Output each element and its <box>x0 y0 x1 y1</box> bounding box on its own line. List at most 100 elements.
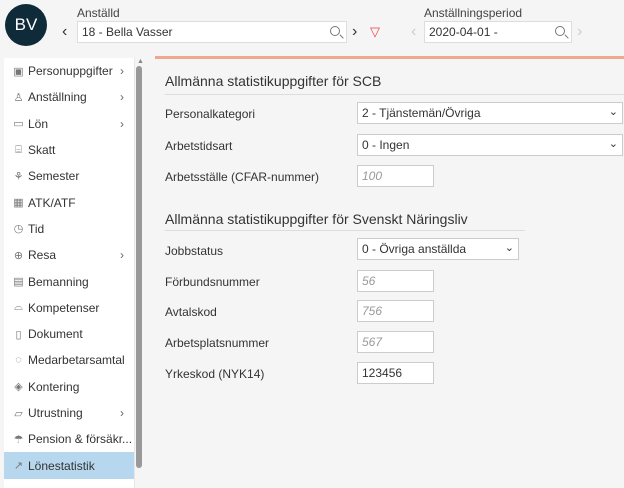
sidebar-item-label: ATK/ATF <box>28 195 76 210</box>
arbetstidsart-value: 0 - Ingen <box>362 138 410 152</box>
next-employee-button[interactable]: › <box>352 23 357 41</box>
sidebar-item-label: Lönestatistik <box>28 458 95 473</box>
arbetsplats-label: Arbetsplatsnummer <box>165 336 270 350</box>
chevron-down-icon: ⌄ <box>504 242 514 254</box>
sidebar-item-label: Dokument <box>28 327 83 342</box>
sidebar-item-label: Kontering <box>28 379 80 394</box>
chart-icon: ↗ <box>13 460 24 473</box>
chevron-down-icon: ⌄ <box>608 138 618 150</box>
sidebar-item-utrustning[interactable]: ▱ Utrustning › <box>4 400 134 426</box>
scb-section-title: Allmänna statistikuppgifter för SCB <box>165 73 382 89</box>
sidebar-item-label: Utrustning <box>28 406 83 420</box>
sidebar-item-label: Bemanning <box>28 274 89 289</box>
sidebar-item-tid[interactable]: ◷ Tid <box>4 216 134 242</box>
arbetstidsart-select[interactable]: 0 - Ingen ⌄ <box>357 134 623 156</box>
sidebar-item-kompetenser[interactable]: ⌓ Kompetenser <box>4 295 134 321</box>
forbund-placeholder: 56 <box>362 274 376 288</box>
person-icon: ♙ <box>13 91 24 104</box>
chevron-right-icon: › <box>120 64 124 79</box>
period-label: Anställningsperiod <box>424 6 523 20</box>
scroll-up-icon[interactable]: ▲ <box>137 58 144 65</box>
jobbstatus-label: Jobbstatus <box>165 244 224 258</box>
sidebar-item-resa[interactable]: ⊕ Resa › <box>4 242 134 268</box>
money-icon: ▭ <box>13 118 24 131</box>
globe-icon: ⊕ <box>13 249 24 262</box>
sidebar-item-bemanning[interactable]: ▤ Bemanning <box>4 268 134 294</box>
sidebar-item-kontering[interactable]: ◈ Kontering <box>4 374 134 400</box>
sidebar-item-label: Pension & försäkr... <box>28 432 133 447</box>
jobbstatus-value: 0 - Övriga anställda <box>362 242 467 256</box>
period-search-field[interactable]: 2020-04-01 - <box>424 21 572 43</box>
employee-label: Anställd <box>77 6 120 20</box>
filter-icon[interactable]: ▽ <box>370 24 380 40</box>
schedule-icon: ▤ <box>13 276 24 289</box>
sidebar-item-label: Semester <box>28 169 80 184</box>
forbund-label: Förbundsnummer <box>165 275 260 289</box>
sidebar-item-personuppgifter[interactable]: ▣ Personuppgifter › <box>4 58 134 84</box>
prev-employee-button[interactable]: ‹ <box>62 23 67 41</box>
employee-search-field[interactable]: 18 - Bella Vasser <box>77 21 347 43</box>
chevron-right-icon: › <box>120 90 124 105</box>
arbetsplats-input[interactable]: 567 <box>357 331 434 353</box>
sidebar-item-label: Tid <box>28 221 45 236</box>
sidebar-item-label: Anställning <box>28 90 87 105</box>
avtal-placeholder: 756 <box>362 304 383 318</box>
sidebar-item-semester[interactable]: ⚘ Semester <box>4 163 134 189</box>
divider <box>165 94 624 95</box>
sidebar-item-pension-försäkr[interactable]: ☂ Pension & försäkr... <box>4 426 134 452</box>
chevron-right-icon: › <box>120 248 124 263</box>
id-card-icon: ▣ <box>13 65 24 78</box>
yrkeskod-value: 123456 <box>362 366 403 380</box>
arbetstidsart-label: Arbetstidsart <box>165 139 233 153</box>
arbetsstalle-placeholder: 100 <box>362 169 383 183</box>
sidebar-item-medarbetarsamtal[interactable]: ◌ Medarbetarsamtal <box>4 347 134 373</box>
sidebar-item-lön[interactable]: ▭ Lön › <box>4 111 134 137</box>
personalkategori-label: Personalkategori <box>165 107 256 121</box>
accent-bar <box>155 56 624 59</box>
tag-icon: ◈ <box>14 381 23 394</box>
sidebar-item-label: Medarbetarsamtal <box>28 353 125 368</box>
arbetsstalle-input[interactable]: 100 <box>357 165 434 187</box>
yrkeskod-input[interactable]: 123456 <box>357 362 434 384</box>
jobbstatus-select[interactable]: 0 - Övriga anställda ⌄ <box>357 238 519 260</box>
chevron-down-icon: ⌄ <box>608 106 618 118</box>
chat-icon: ◌ <box>15 354 22 367</box>
graduation-icon: ⌓ <box>14 301 23 314</box>
sidebar-item-anställning[interactable]: ♙ Anställning › <box>4 84 134 110</box>
sidebar-nav: ▣ Personuppgifter › ♙ Anställning › ▭ Lön › ⌸ Skat… <box>4 58 135 488</box>
search-icon[interactable] <box>330 26 340 36</box>
sidebar-item-dokument[interactable]: ▯ Dokument <box>4 321 134 347</box>
next-period-button[interactable]: › <box>577 23 582 41</box>
sidebar-item-atk-atf[interactable]: ▦ ATK/ATF <box>4 189 134 215</box>
sidebar-item-label: Skatt <box>28 143 56 158</box>
period-value: 2020-04-01 - <box>429 25 498 39</box>
personalkategori-value: 2 - Tjänstemän/Övriga <box>362 106 481 120</box>
sidebar-item-lönestatistik[interactable]: ↗ Lönestatistik <box>4 452 134 479</box>
clock-icon: ◷ <box>13 223 24 236</box>
arbetsplats-placeholder: 567 <box>362 335 383 349</box>
personalkategori-select[interactable]: 2 - Tjänstemän/Övriga ⌄ <box>357 102 623 124</box>
chevron-right-icon: › <box>120 116 124 131</box>
sidebar-item-label: Resa <box>28 248 57 263</box>
divider <box>165 230 525 231</box>
tax-icon: ⌸ <box>15 143 22 156</box>
avatar[interactable]: BV <box>5 4 47 46</box>
yrkeskod-label: Yrkeskod (NYK14) <box>165 367 265 381</box>
avtal-label: Avtalskod <box>165 305 217 319</box>
search-icon[interactable] <box>555 26 565 36</box>
sidebar-item-label: Lön <box>28 116 49 131</box>
chevron-right-icon: › <box>120 406 124 420</box>
arbetsstalle-label: Arbetsställe (CFAR-nummer) <box>165 170 320 184</box>
sidebar-item-label: Kompetenser <box>28 300 100 315</box>
sidebar-item-label: Personuppgifter <box>28 64 113 79</box>
sn-section-title: Allmänna statistikuppgifter för Svenskt … <box>165 211 468 227</box>
prev-period-button[interactable]: ‹ <box>411 23 416 41</box>
avtal-input[interactable]: 756 <box>357 300 434 322</box>
calendar-icon: ▦ <box>13 197 24 210</box>
document-icon: ▯ <box>15 328 22 341</box>
umbrella-icon: ☂ <box>13 433 24 446</box>
sidebar-scrollbar[interactable] <box>136 66 142 468</box>
sidebar-item-skatt[interactable]: ⌸ Skatt <box>4 137 134 163</box>
employee-value: 18 - Bella Vasser <box>82 25 173 39</box>
forbund-input[interactable]: 56 <box>357 270 434 292</box>
